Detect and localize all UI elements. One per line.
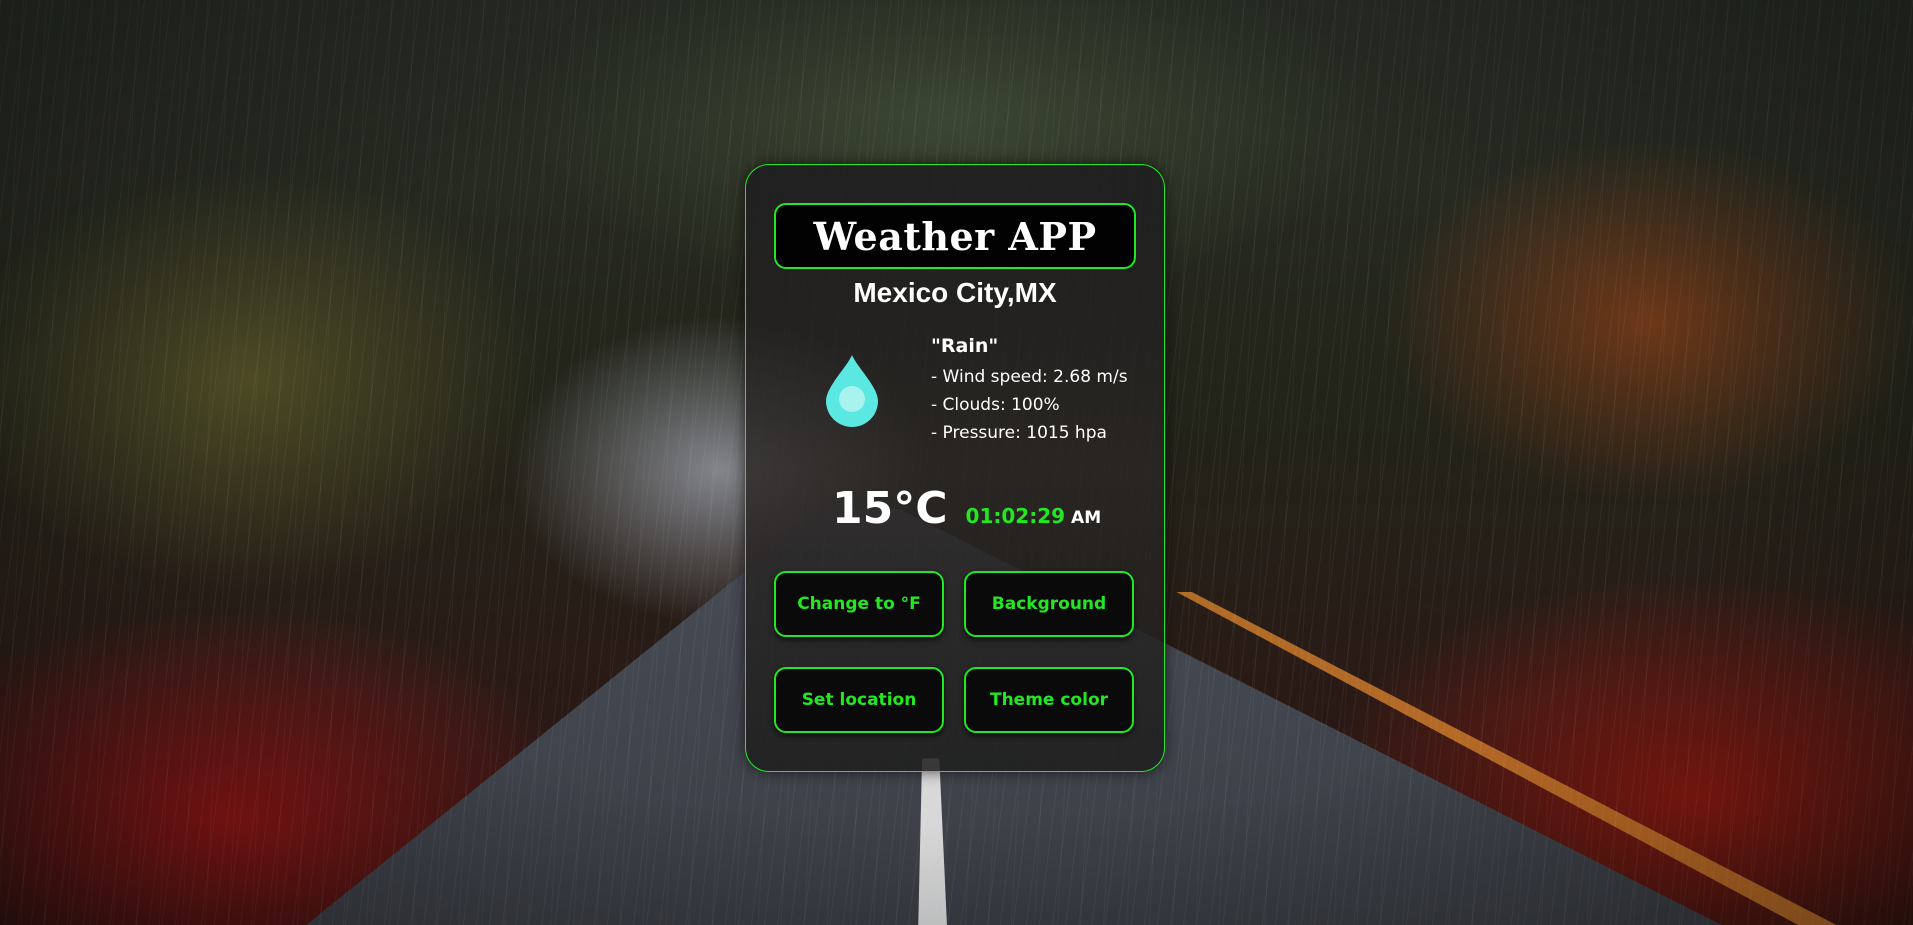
weather-condition: "Rain" <box>931 335 999 357</box>
weather-card: Weather APP Mexico City,MX "Rain" - Wind… <box>745 164 1165 772</box>
app-title-box: Weather APP <box>774 203 1136 269</box>
set-location-button[interactable]: Set location <box>774 667 944 733</box>
temperature-value: 15°C <box>832 483 948 534</box>
temperature-time-row: 15°C 01:02:29 AM <box>832 483 1101 534</box>
clouds-detail: - Clouds: 100% <box>931 395 1060 415</box>
app-title: Weather APP <box>813 213 1097 259</box>
pressure-detail: - Pressure: 1015 hpa <box>931 423 1107 443</box>
weather-info: "Rain" - Wind speed: 2.68 m/s - Clouds: … <box>931 335 1128 447</box>
theme-color-button[interactable]: Theme color <box>964 667 1134 733</box>
clock-time: 01:02:29 <box>965 504 1066 528</box>
location-label: Mexico City,MX <box>853 277 1057 308</box>
background-button[interactable]: Background <box>964 571 1134 637</box>
clock-period: AM <box>1071 508 1102 528</box>
change-unit-button[interactable]: Change to °F <box>774 571 944 637</box>
raindrop-icon <box>824 353 880 427</box>
wind-speed-detail: - Wind speed: 2.68 m/s <box>931 367 1128 387</box>
